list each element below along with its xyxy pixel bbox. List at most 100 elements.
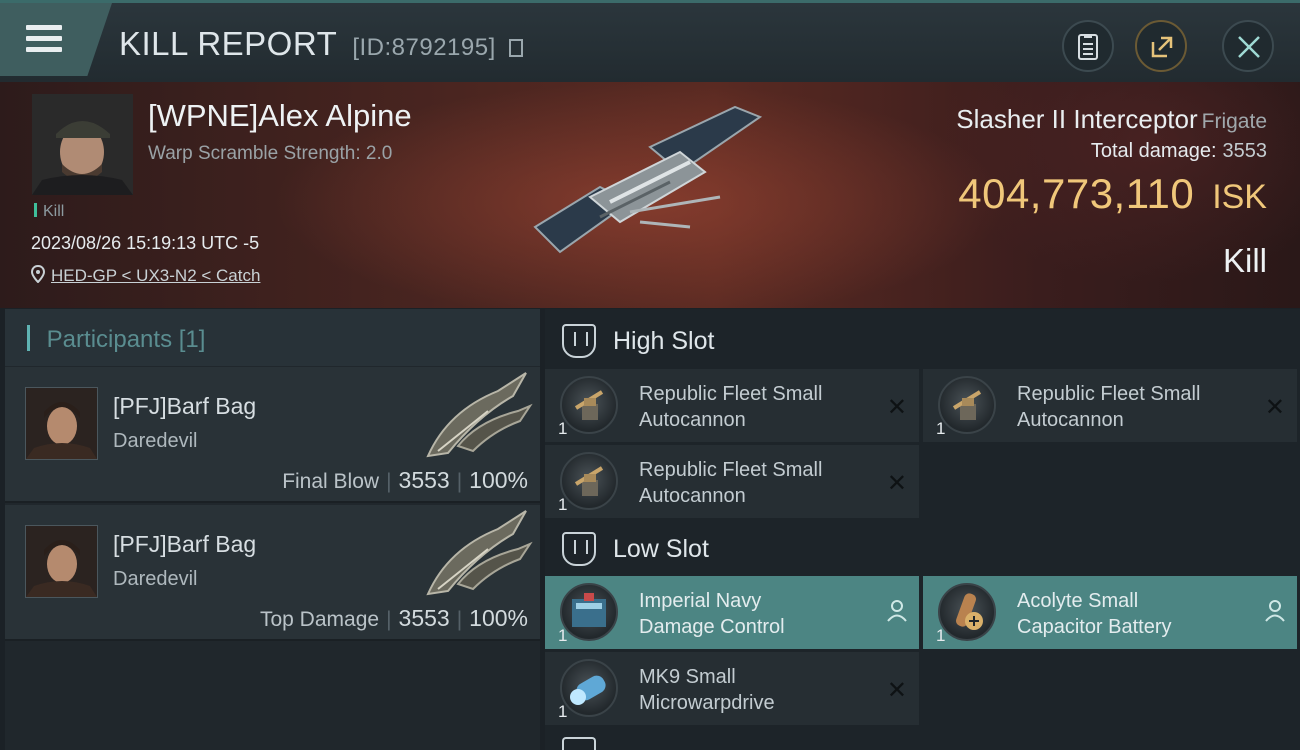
participant-ship-image <box>426 372 533 458</box>
module-quantity: 1 <box>558 702 568 721</box>
document-button[interactable] <box>1062 20 1114 72</box>
module-name-line2: Autocannon <box>639 409 746 431</box>
kill-location[interactable]: HED-GP < UX3-N2 < Catch <box>30 264 260 286</box>
ship-class: Frigate <box>1201 110 1267 133</box>
copy-icon[interactable] <box>509 39 524 57</box>
participant-name[interactable]: [PFJ]Barf Bag <box>113 531 256 558</box>
location-link[interactable]: HED-GP < UX3-N2 < Catch <box>51 266 260 285</box>
victim-name[interactable]: [WPNE]Alex Alpine <box>148 98 412 134</box>
user-icon <box>887 600 907 622</box>
warp-scramble-strength: Warp Scramble Strength: 2.0 <box>148 143 393 164</box>
participant-avatar[interactable] <box>25 525 98 598</box>
module-item[interactable]: 1 Republic Fleet Small Autocannon ✕ <box>545 445 919 518</box>
high-slot-title: High Slot <box>613 327 715 355</box>
module-name-line1: Republic Fleet Small <box>639 383 823 405</box>
close-icon <box>1238 36 1260 58</box>
menu-icon <box>26 25 62 53</box>
total-damage-label: Total damage: <box>1090 140 1217 162</box>
header-bar: KILL REPORT [ID:8792195] <box>0 0 1300 82</box>
report-title-text: KILL REPORT <box>119 25 337 62</box>
participant-avatar[interactable] <box>25 387 98 460</box>
module-quantity: 1 <box>558 495 568 514</box>
share-icon <box>1151 36 1173 58</box>
module-quantity: 1 <box>558 626 568 645</box>
isk-value: 404,773,110 ISK <box>958 170 1267 218</box>
participants-count: [1] <box>178 326 206 353</box>
autocannon-icon <box>938 376 996 434</box>
module-item[interactable]: 1 Imperial Navy Damage Control <box>545 576 919 649</box>
participant-row[interactable]: [PFJ]Barf Bag Daredevil Final Blow | 3553 |… <box>5 367 540 503</box>
module-name-line1: Acolyte Small <box>1017 590 1139 612</box>
module-name: Republic Fleet Small Autocannon <box>1017 381 1257 433</box>
module-quantity: 1 <box>936 626 946 645</box>
participant-name[interactable]: [PFJ]Barf Bag <box>113 393 256 420</box>
module-name: Republic Fleet Small Autocannon <box>639 457 879 509</box>
next-slot-icon-partial <box>562 737 596 750</box>
x-icon: ✕ <box>886 470 907 497</box>
participant-stats: Top Damage | 3553 | 100% <box>259 605 528 631</box>
participant-stats: Final Blow | 3553 | 100% <box>282 467 528 493</box>
menu-button[interactable] <box>0 3 112 76</box>
participant-percent: 100% <box>469 605 528 631</box>
close-button[interactable] <box>1222 20 1274 72</box>
victim-portrait[interactable] <box>32 94 133 195</box>
damage-control-icon <box>560 583 618 641</box>
module-name: Acolyte Small Capacitor Battery <box>1017 588 1257 640</box>
module-name-line2: Microwarpdrive <box>639 692 775 714</box>
total-damage-value: 3553 <box>1222 140 1268 162</box>
participant-ship-image <box>426 510 533 596</box>
module-name: MK9 Small Microwarpdrive <box>639 664 879 716</box>
module-name-line2: Capacitor Battery <box>1017 616 1172 638</box>
low-slot-title: Low Slot <box>613 535 709 563</box>
participant-damage: 3553 <box>398 605 450 631</box>
participant-percent: 100% <box>469 467 528 493</box>
victim-avatar <box>32 94 133 195</box>
participant-role: Top Damage <box>259 608 380 631</box>
page-title: KILL REPORT [ID:8792195] <box>119 25 524 63</box>
autocannon-icon <box>560 376 618 434</box>
high-slot-header: High Slot <box>545 311 1300 371</box>
module-name-line1: Republic Fleet Small <box>639 459 823 481</box>
report-id: [ID:8792195] <box>352 34 496 61</box>
ship-name-line: Slasher II Interceptor Frigate <box>956 104 1267 135</box>
module-item[interactable]: 1 Republic Fleet Small Autocannon ✕ <box>923 369 1297 442</box>
participants-header: Participants [1] <box>5 309 540 366</box>
module-name: Imperial Navy Damage Control <box>639 588 879 640</box>
module-name-line2: Autocannon <box>1017 409 1124 431</box>
participants-title: Participants [1] <box>27 325 206 354</box>
participants-label: Participants <box>46 326 173 353</box>
module-name-line1: Republic Fleet Small <box>1017 383 1201 405</box>
fitting-panel: High Slot 1 Republic Fleet Small Autocan… <box>545 309 1300 750</box>
module-quantity: 1 <box>936 419 946 438</box>
participant-portrait-image <box>26 388 97 459</box>
x-icon: ✕ <box>886 394 907 421</box>
participant-ship: Daredevil <box>113 568 198 590</box>
isk-amount: 404,773,110 <box>958 170 1195 217</box>
user-icon <box>1265 600 1285 622</box>
kill-tag: Kill <box>34 203 64 221</box>
participant-role: Final Blow <box>282 470 380 493</box>
share-button[interactable] <box>1135 20 1187 72</box>
module-name-line2: Damage Control <box>639 616 785 638</box>
participant-row[interactable]: [PFJ]Barf Bag Daredevil Top Damage | 3553 |… <box>5 505 540 641</box>
module-item[interactable]: 1 MK9 Small Microwarpdrive ✕ <box>545 652 919 725</box>
report-result: Kill <box>1222 242 1267 279</box>
participant-ship: Daredevil <box>113 430 198 452</box>
victim-banner: [WPNE]Alex Alpine Warp Scramble Strength… <box>0 82 1300 308</box>
document-icon <box>1078 34 1098 60</box>
participants-panel: Participants [1] [PFJ]Barf Bag Daredevil… <box>5 309 540 750</box>
ship-name[interactable]: Slasher II Interceptor <box>956 104 1197 134</box>
participant-damage: 3553 <box>398 467 450 493</box>
low-slot-icon <box>562 532 596 566</box>
module-item[interactable]: 1 Republic Fleet Small Autocannon ✕ <box>545 369 919 442</box>
module-quantity: 1 <box>558 419 568 438</box>
autocannon-icon <box>560 452 618 510</box>
module-item[interactable]: 1 Acolyte Small Capacitor Battery <box>923 576 1297 649</box>
x-icon: ✕ <box>1264 394 1285 421</box>
kill-timestamp: 2023/08/26 15:19:13 UTC -5 <box>31 233 260 253</box>
high-slot-icon <box>562 324 596 358</box>
x-icon: ✕ <box>886 677 907 704</box>
module-name-line1: MK9 Small <box>639 666 736 688</box>
microwarpdrive-icon <box>560 659 618 717</box>
participant-portrait-image <box>26 526 97 597</box>
